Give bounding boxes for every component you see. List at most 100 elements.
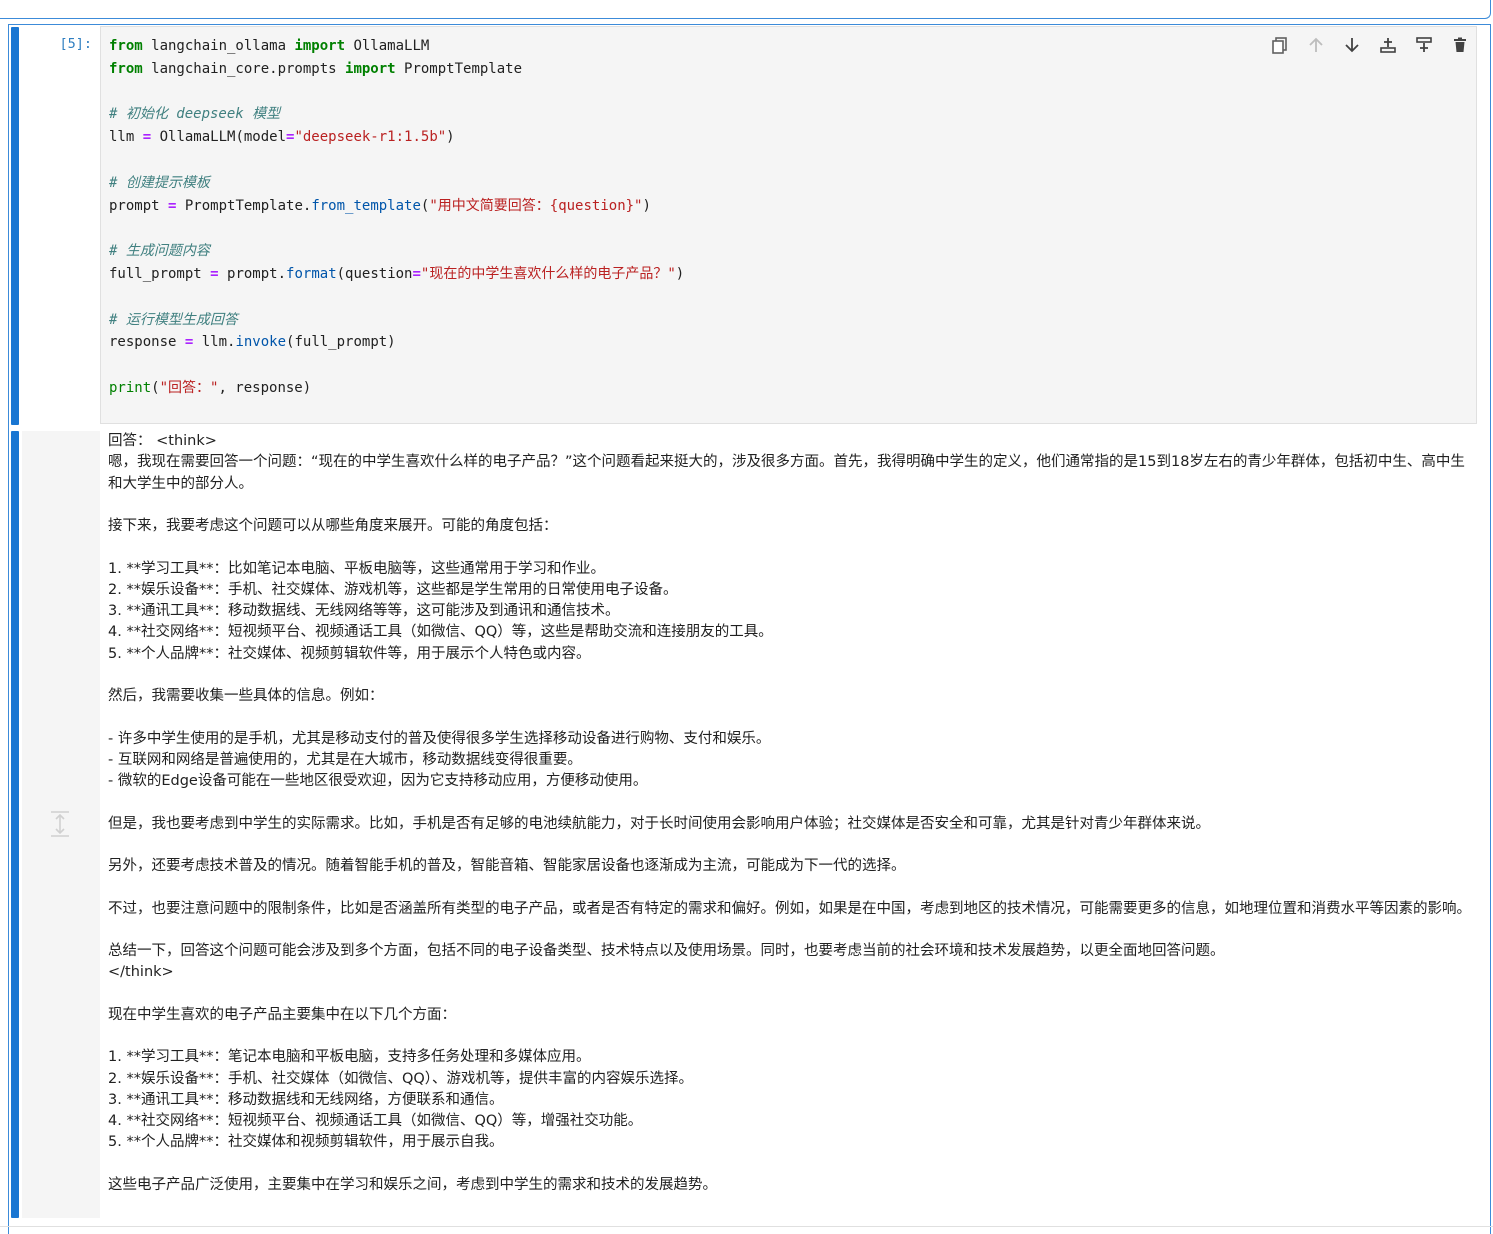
output-collapser[interactable]	[11, 431, 19, 1218]
code-token: "用中文简要回答：{question}"	[429, 197, 643, 214]
output-line: </think>	[108, 964, 174, 981]
cell-output: 回答： <think> 嗯，我现在需要回答一个问题：“现在的中学生喜欢什么样的电子…	[108, 431, 1478, 1196]
code-line: # 运行模型生成回答	[109, 309, 684, 332]
code-line: response = llm.invoke(full_prompt)	[109, 331, 684, 354]
code-token: PromptTemplate	[176, 197, 303, 214]
code-token: # 生成问题内容	[109, 243, 210, 260]
code-token: OllamaLLM(model	[151, 129, 287, 146]
output-line: 5. **个人品牌**：社交媒体和视频剪辑软件，用于展示自我。	[108, 1134, 504, 1151]
move-down-button[interactable]	[1341, 34, 1363, 56]
output-line: 2. **娱乐设备**：手机、社交媒体、游戏机等，这些都是学生常用的日常使用电子…	[108, 581, 678, 598]
output-line: 4. **社交网络**：短视频平台、视频通话工具（如微信、QQ）等，增强社交功能…	[108, 1113, 643, 1129]
code-token: "现在的中学生喜欢什么样的电子产品？"	[420, 265, 676, 282]
code-editor[interactable]: from langchain_ollama import OllamaLLM fr…	[100, 26, 1477, 424]
code-token: langchain_ollama	[142, 38, 295, 54]
input-collapser[interactable]	[11, 27, 19, 425]
code-token: # 创建提示模板	[109, 174, 210, 191]
code-token: (question	[336, 265, 413, 282]
output-line: 5. **个人品牌**：社交媒体、视频剪辑软件等，用于展示个人特色或内容。	[108, 645, 591, 662]
code-token: from	[109, 60, 143, 77]
code-token: =	[210, 265, 219, 282]
arrow-down-icon	[1345, 38, 1359, 53]
output-line: 嗯，我现在需要回答一个问题：“现在的中学生喜欢什么样的电子产品？”这个问题看起来…	[108, 454, 1465, 492]
output-line: 接下来，我要考虑这个问题可以从哪些角度来展开。可能的角度包括：	[108, 518, 558, 534]
code-token: )	[446, 129, 455, 146]
code-line: print("回答：", response)	[109, 377, 684, 400]
code-token: prompt	[109, 197, 169, 214]
output-line: 不过，也要注意问题中的限制条件，比如是否涵盖所有类型的电子产品，或者是否有特定的…	[108, 900, 1471, 917]
code-line: # 生成问题内容	[109, 240, 684, 263]
code-line: llm = OllamaLLM(model="deepseek-r1:1.5b"…	[109, 126, 684, 149]
code-token: import	[294, 38, 346, 54]
execution-count-prompt: [5]:	[59, 36, 92, 52]
insert-above-icon	[1380, 38, 1396, 53]
code-token: .	[277, 265, 287, 282]
code-token: prompt	[218, 265, 278, 282]
code-token: llm	[109, 129, 143, 146]
code-token: response	[109, 334, 185, 351]
code-token: (	[151, 379, 160, 396]
output-line: 3. **通讯工具**：移动数据线、无线网络等等，这可能涉及到通讯和通信技术。	[108, 603, 620, 619]
output-line: - 微软的Edge设备可能在一些地区很受欢迎，因为它支持移动应用，方便移动使用。	[108, 773, 648, 789]
output-line: - 许多中学生使用的是手机，尤其是移动支付的普及使得很多学生选择移动设备进行购物…	[108, 730, 771, 747]
output-line: 4. **社交网络**：短视频平台、视频通话工具（如微信、QQ）等，这些是帮助交…	[108, 624, 773, 641]
trash-icon	[1454, 37, 1466, 52]
code-token: PromptTemplate	[395, 60, 523, 77]
code-token: from_template	[311, 197, 421, 214]
code-token: full_prompt	[109, 265, 211, 282]
next-cell-border	[0, 1226, 1493, 1227]
code-token: llm	[193, 334, 228, 351]
output-line: 1. **学习工具**：笔记本电脑和平板电脑，支持多任务处理和多媒体应用。	[108, 1049, 591, 1066]
output-line: 但是，我也要考虑到中学生的实际需求。比如，手机是否有足够的电池续航能力，对于长时…	[108, 815, 1210, 832]
previous-cell-border	[0, 0, 1491, 19]
insert-below-button[interactable]	[1413, 34, 1435, 56]
duplicate-cell-button[interactable]	[1269, 34, 1291, 56]
output-line: 1. **学习工具**：比如笔记本电脑、平板电脑等，这些通常用于学习和作业。	[108, 560, 605, 577]
delete-cell-button[interactable]	[1449, 34, 1471, 56]
code-token: format	[286, 265, 337, 282]
code-token: "deepseek-r1:1.5b"	[294, 129, 447, 146]
code-line: prompt = PromptTemplate.from_template("用…	[109, 195, 684, 218]
output-line: 总结一下，回答这个问题可能会涉及到多个方面，包括不同的电子设备类型、技术特点以及…	[108, 943, 1225, 959]
code-token: # 运行模型生成回答	[109, 311, 238, 328]
code-token: )	[675, 265, 685, 282]
insert-above-button[interactable]	[1377, 34, 1399, 56]
code-line: from langchain_ollama import OllamaLLM	[109, 35, 684, 58]
code-token: print	[109, 379, 152, 396]
copy-icon	[1272, 37, 1287, 54]
code-token: (full_prompt)	[286, 334, 396, 351]
code-token: )	[642, 197, 651, 214]
code-token: import	[345, 60, 396, 77]
output-line: - 互联网和网络是普遍使用的，尤其是在大城市，移动数据线变得很重要。	[108, 751, 582, 768]
code-token: langchain_core.prompts	[142, 60, 346, 77]
expand-output-icon[interactable]	[49, 810, 71, 838]
code-token: =	[142, 129, 152, 146]
output-line: 现在中学生喜欢的电子产品主要集中在以下几个方面：	[108, 1006, 456, 1023]
move-up-button[interactable]	[1305, 34, 1327, 56]
output-line: 2. **娱乐设备**：手机、社交媒体（如微信、QQ）、游戏机等，提供丰富的内容…	[108, 1070, 694, 1087]
code-line: full_prompt = prompt.format(question="现在…	[109, 263, 684, 286]
insert-below-icon	[1416, 37, 1432, 52]
output-line: 回答： <think>	[108, 433, 217, 449]
code-line: from langchain_core.prompts import Promp…	[109, 58, 684, 81]
code-token: OllamaLLM	[345, 38, 430, 54]
cell-toolbar	[1269, 34, 1471, 56]
output-line: 这些电子产品广泛使用，主要集中在学习和娱乐之间，考虑到中学生的需求和技术的发展趋…	[108, 1176, 717, 1193]
code-content[interactable]: from langchain_ollama import OllamaLLM fr…	[109, 35, 684, 400]
